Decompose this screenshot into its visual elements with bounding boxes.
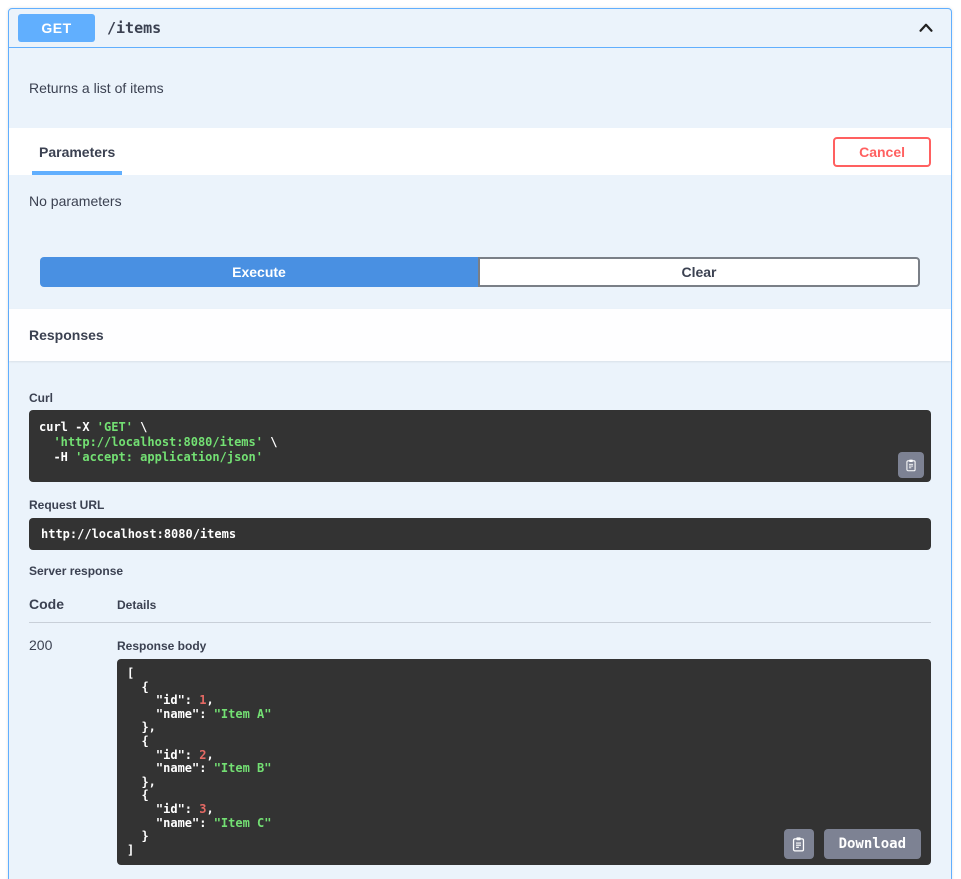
server-response-table-header: Code Details [29, 596, 931, 623]
responses-body: Curl curl -X 'GET' \ 'http://localhost:8… [9, 361, 951, 879]
code-line: -H 'accept: application/json' [39, 450, 921, 465]
tab-bar: Parameters Cancel [9, 128, 951, 175]
code-line: "id": 2, [127, 749, 921, 763]
response-details-cell: Response body [ { "id": 1, "name": "Item… [117, 637, 931, 865]
response-body-label: Response body [117, 639, 931, 653]
execute-button-group: Execute Clear [40, 257, 920, 287]
response-body-block: [ { "id": 1, "name": "Item A" }, { "id":… [117, 659, 931, 865]
operation-path: /items [107, 19, 913, 37]
code-line: }, [127, 721, 921, 735]
operation-description: Returns a list of items [9, 48, 951, 128]
request-url-label: Request URL [29, 498, 931, 512]
curl-code-block: curl -X 'GET' \ 'http://localhost:8080/i… [29, 410, 931, 482]
code-line: "name": "Item C" [127, 817, 921, 831]
curl-code: curl -X 'GET' \ 'http://localhost:8080/i… [39, 420, 921, 465]
tab-parameters[interactable]: Parameters [32, 128, 122, 175]
execute-button[interactable]: Execute [40, 257, 478, 287]
code-line: { [127, 681, 921, 695]
code-line: curl -X 'GET' \ [39, 420, 921, 435]
responses-title: Responses [29, 327, 104, 343]
server-response-label: Server response [29, 564, 931, 578]
copy-response-button[interactable] [784, 829, 814, 859]
code-line: }, [127, 776, 921, 790]
code-line: { [127, 789, 921, 803]
code-line: "name": "Item A" [127, 708, 921, 722]
code-line: "id": 1, [127, 694, 921, 708]
http-method-badge: GET [18, 14, 95, 42]
clipboard-icon [904, 458, 918, 473]
operation-panel: GET /items Returns a list of items Param… [8, 8, 952, 879]
clipboard-icon [790, 836, 807, 853]
collapse-button[interactable] [913, 15, 939, 41]
operation-summary-header[interactable]: GET /items [9, 9, 951, 48]
code-line: "id": 3, [127, 803, 921, 817]
code-line: "name": "Item B" [127, 762, 921, 776]
chevron-up-icon [915, 17, 937, 39]
clear-button[interactable]: Clear [478, 257, 920, 287]
copy-curl-button[interactable] [898, 452, 924, 478]
server-response-row: 200 Response body [ { "id": 1, "name": "… [29, 623, 931, 865]
request-url-value: http://localhost:8080/items [29, 518, 931, 550]
code-line: 'http://localhost:8080/items' \ [39, 435, 921, 450]
code-line: [ [127, 667, 921, 681]
download-button[interactable]: Download [824, 829, 921, 859]
details-column-header: Details [117, 598, 931, 612]
status-code: 200 [29, 637, 117, 865]
code-column-header: Code [29, 596, 117, 612]
responses-section-header: Responses [9, 309, 951, 361]
code-line: { [127, 735, 921, 749]
curl-label: Curl [29, 391, 931, 405]
no-parameters-text: No parameters [9, 175, 951, 209]
cancel-button[interactable]: Cancel [833, 137, 931, 167]
tab-parameters-label: Parameters [39, 144, 115, 160]
response-actions: Download [784, 829, 921, 859]
